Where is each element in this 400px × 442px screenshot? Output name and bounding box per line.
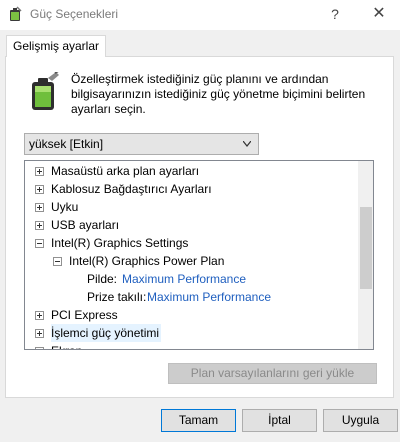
expand-plus-icon[interactable] (35, 347, 44, 349)
settings-tree[interactable]: Masaüstü arka plan ayarları Kablosuz Bağ… (24, 160, 374, 350)
scrollbar-thumb[interactable] (360, 207, 372, 289)
battery-plug-icon (32, 72, 59, 110)
on-battery-value[interactable]: Maximum Performance (122, 270, 246, 288)
expand-plus-icon[interactable] (35, 329, 44, 338)
ok-button[interactable]: Tamam (161, 409, 236, 432)
restore-defaults-button[interactable]: Plan varsayılanlarını geri yükle (168, 363, 377, 384)
cancel-button[interactable]: İptal (242, 409, 317, 432)
chevron-down-icon (243, 141, 251, 147)
title-bar: Güç Seçenekleri ? ✕ (0, 0, 400, 30)
plugged-in-value[interactable]: Maximum Performance (147, 288, 271, 306)
expand-plus-icon[interactable] (35, 203, 44, 212)
plan-dropdown-value: yüksek [Etkin] (29, 137, 104, 151)
expand-plus-icon[interactable] (35, 167, 44, 176)
expand-plus-icon[interactable] (35, 311, 44, 320)
close-button[interactable]: ✕ (364, 3, 394, 25)
collapse-minus-icon[interactable] (35, 239, 44, 248)
apply-button[interactable]: Uygula (323, 409, 398, 432)
collapse-minus-icon[interactable] (53, 257, 62, 266)
plan-dropdown[interactable]: yüksek [Etkin] (24, 133, 259, 155)
window-title: Güç Seçenekleri (30, 7, 119, 21)
power-options-icon (10, 6, 22, 21)
help-button[interactable]: ? (320, 3, 350, 25)
expand-plus-icon[interactable] (35, 185, 44, 194)
tree-scrollbar[interactable] (358, 161, 373, 349)
tab-advanced-settings[interactable]: Gelişmiş ayarlar (6, 35, 107, 57)
description-text: Özelleştirmek istediğiniz güç planını ve… (71, 72, 366, 116)
expand-plus-icon[interactable] (35, 221, 44, 230)
